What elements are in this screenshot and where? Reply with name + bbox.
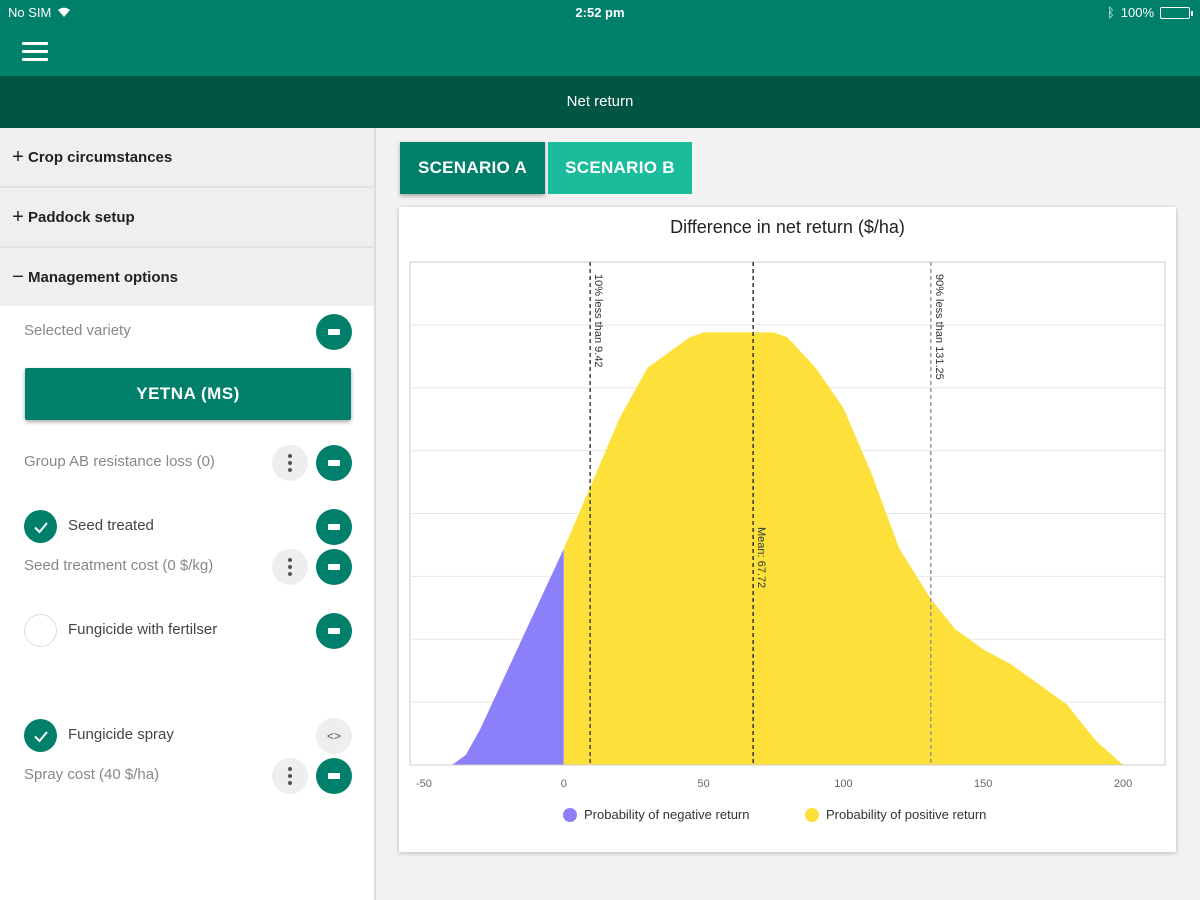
group-ab-label: Group AB resistance loss (0) (24, 453, 215, 470)
pencil-icon (328, 329, 340, 335)
fungicide-fertiliser-row: Fungicide with fertilser (0, 611, 376, 651)
edit-spray-cost-button[interactable] (316, 758, 352, 794)
app-bar (0, 26, 1200, 76)
seed-treated-row: Seed treated (0, 507, 376, 547)
spray-cost-row: Spray cost (40 $/ha) (0, 756, 376, 796)
fungicide-spray-label: Fungicide spray (68, 726, 174, 743)
fungicide-fertiliser-checkbox[interactable] (24, 614, 57, 647)
seed-treated-label: Seed treated (68, 517, 154, 534)
group-ab-row: Group AB resistance loss (0) (0, 443, 376, 483)
bluetooth-icon: ᛒ (1106, 5, 1115, 20)
x-tick-label: -50 (416, 778, 432, 790)
legend-marker (805, 808, 819, 822)
selected-variety-row: Selected variety (0, 312, 376, 352)
status-time: 2:52 pm (575, 5, 625, 20)
page-title: Net return (0, 76, 1200, 128)
check-icon (33, 730, 48, 742)
section-paddock-setup[interactable]: + Paddock setup (0, 188, 374, 248)
x-tick-label: 150 (974, 778, 992, 790)
reference-line-label: Mean: 67.72 (755, 527, 767, 588)
chart-card: Difference in net return ($/ha) 10% less… (399, 207, 1176, 852)
status-right: ᛒ 100% (1106, 5, 1193, 20)
seed-treatment-cost-row: Seed treatment cost (0 $/kg) (0, 547, 376, 587)
link-icon[interactable]: <> (316, 718, 352, 754)
pencil-icon (328, 773, 340, 779)
reference-line-label: 90% less than 131.25 (933, 274, 945, 380)
status-bar: No SIM 2:52 pm ᛒ 100% (0, 0, 1200, 26)
tab-scenario-b[interactable]: SCENARIO B (548, 142, 692, 194)
collapse-icon: − (12, 265, 24, 288)
section-management-options[interactable]: − Management options (0, 248, 374, 306)
legend-label: Probability of negative return (584, 807, 749, 822)
pencil-icon (328, 524, 340, 530)
pencil-icon (328, 564, 340, 570)
x-tick-label: 200 (1114, 778, 1132, 790)
expand-icon: + (12, 145, 24, 168)
x-tick-label: 100 (834, 778, 852, 790)
edit-group-ab-button[interactable] (316, 445, 352, 481)
fungicide-spray-row: Fungicide spray <> (0, 716, 376, 756)
group-ab-more-button[interactable] (272, 445, 308, 481)
menu-icon[interactable] (22, 42, 48, 62)
x-tick-label: 0 (561, 778, 567, 790)
fungicide-spray-checkbox[interactable] (24, 719, 57, 752)
legend-marker (563, 808, 577, 822)
section-crop-circumstances[interactable]: + Crop circumstances (0, 128, 374, 188)
spray-cost-label: Spray cost (40 $/ha) (24, 766, 160, 783)
check-icon (33, 521, 48, 533)
edit-fungicide-fertiliser-button[interactable] (316, 613, 352, 649)
variety-button[interactable]: YETNA (MS) (25, 368, 351, 420)
pencil-icon (328, 460, 340, 466)
seed-treatment-cost-label: Seed treatment cost (0 $/kg) (24, 557, 214, 574)
legend-label: Probability of positive return (826, 807, 986, 822)
x-tick-label: 50 (697, 778, 709, 790)
selected-variety-label: Selected variety (24, 322, 131, 339)
net-return-chart: 10% less than 9.42 Mean: 67.72 90% less th… (409, 261, 1166, 822)
battery-percent: 100% (1120, 5, 1154, 20)
seed-cost-more-button[interactable] (272, 549, 308, 585)
edit-seed-treated-button[interactable] (316, 509, 352, 545)
edit-variety-button[interactable] (316, 314, 352, 350)
section-label: Management options (28, 268, 179, 286)
reference-line-label: 10% less than 9.42 (592, 274, 604, 368)
edit-seed-cost-button[interactable] (316, 549, 352, 585)
section-label: Crop circumstances (28, 148, 173, 166)
fungicide-fertiliser-label: Fungicide with fertilser (68, 621, 218, 638)
section-label: Paddock setup (28, 208, 135, 226)
battery-icon (1160, 6, 1193, 19)
seed-treated-checkbox[interactable] (24, 510, 57, 543)
tab-scenario-a[interactable]: SCENARIO A (400, 142, 545, 194)
sidebar: + Crop circumstances + Paddock setup − M… (0, 128, 376, 900)
pencil-icon (328, 628, 340, 634)
spray-cost-more-button[interactable] (272, 758, 308, 794)
expand-icon: + (12, 205, 24, 228)
